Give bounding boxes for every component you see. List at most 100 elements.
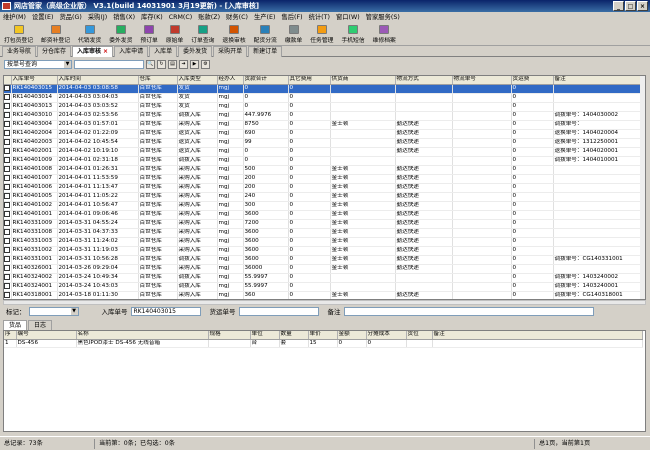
row-checkbox[interactable]: [4, 102, 10, 109]
row-checkbox[interactable]: [4, 183, 10, 190]
toolbar-button-4[interactable]: 预订单: [136, 24, 161, 45]
menu-item-3[interactable]: 采购(J): [85, 12, 110, 24]
table-row[interactable]: RK140331009 2014-03-31 04:55:24 百世仓库 采购入库 mg…: [4, 219, 643, 229]
table-row[interactable]: RK140326001 2014-03-26 09:29:04 百世仓库 采购入库 mg…: [4, 264, 643, 274]
tab-2[interactable]: 入库审核 ×: [72, 46, 114, 57]
folder-icon[interactable]: ▤: [168, 59, 177, 69]
column-header[interactable]: 供货商: [330, 76, 396, 85]
menu-item-1[interactable]: 设置(E): [29, 12, 57, 24]
menu-item-9[interactable]: 生产(E): [251, 12, 279, 24]
table-row[interactable]: RK140401009 2014-04-01 02:31:18 百世仓库 调拨入库 mg…: [4, 156, 643, 166]
table-row[interactable]: RK140401005 2014-04-01 11:05:22 百世仓库 采购入库 mg…: [4, 192, 643, 202]
row-checkbox[interactable]: [4, 120, 10, 127]
detail-column-header[interactable]: 规格: [208, 331, 251, 340]
menu-item-2[interactable]: 货品(G): [56, 12, 84, 24]
row-checkbox[interactable]: [4, 291, 10, 298]
column-header[interactable]: 入库单号: [11, 76, 58, 85]
tab-3[interactable]: 入库申请: [114, 46, 149, 57]
detail-column-header[interactable]: 编号: [16, 331, 77, 340]
table-row[interactable]: RK140324002 2014-03-24 10:49:34 百世仓库 调拨入库 mg…: [4, 273, 643, 283]
detail-column-header[interactable]: 金额: [337, 331, 367, 340]
column-header[interactable]: 货款合计: [243, 76, 289, 85]
row-checkbox[interactable]: [4, 111, 10, 118]
table-row[interactable]: RK140403014 2014-04-03 03:04:03 百世仓库 发货 mgj 0…: [4, 93, 643, 103]
tab-0[interactable]: 业务导航: [2, 46, 37, 57]
table-row[interactable]: RK140331003 2014-03-31 11:24:02 百世仓库 采购入库 mg…: [4, 237, 643, 247]
table-row[interactable]: RK140331001 2014-03-31 10:56:28 百世仓库 调拨入库 mg…: [4, 255, 643, 265]
row-checkbox[interactable]: [4, 192, 10, 199]
tab-6[interactable]: 采购开单: [213, 46, 248, 57]
column-header[interactable]: 物流方式: [395, 76, 453, 85]
row-checkbox[interactable]: [4, 237, 10, 244]
menu-item-0[interactable]: 维护(M): [0, 12, 29, 24]
column-header[interactable]: 物流单号: [452, 76, 512, 85]
detail-column-header[interactable]: 数量: [279, 331, 309, 340]
row-checkbox[interactable]: [4, 201, 10, 208]
table-row[interactable]: RK140402004 2014-04-02 01:22:09 百世仓库 退货入库 mg…: [4, 129, 643, 139]
freight-number-field[interactable]: [238, 306, 319, 316]
query-type-select[interactable]: 按单号查询 ▼: [4, 59, 72, 69]
maximize-button[interactable]: □: [625, 1, 636, 11]
toolbar-button-9[interactable]: 缴款单: [281, 24, 306, 45]
toolbar-button-11[interactable]: 手机短信: [337, 24, 368, 45]
table-row[interactable]: RK140402003 2014-04-02 10:45:54 百世仓库 退货入库 mg…: [4, 138, 643, 148]
table-row[interactable]: RK140401002 2014-04-01 10:56:47 百世仓库 采购入库 mg…: [4, 201, 643, 211]
play-icon[interactable]: ▶: [190, 59, 199, 69]
row-checkbox[interactable]: [4, 273, 10, 280]
column-header[interactable]: 货运费: [511, 76, 554, 85]
table-row[interactable]: RK140401008 2014-04-01 01:26:31 百世仓库 采购入库 mg…: [4, 165, 643, 175]
detail-row[interactable]: 1 DS-456 黑色IPOD漆士 DS-456 无线音箱台套 15 0 0: [4, 339, 643, 348]
tab-4[interactable]: 入库单: [149, 46, 178, 57]
table-row[interactable]: RK140403010 2014-04-03 02:53:56 百世仓库 调拨入库 mg…: [4, 111, 643, 121]
table-row[interactable]: RK140401007 2014-04-01 11:53:59 百世仓库 采购入库 mg…: [4, 174, 643, 184]
tab-1[interactable]: 分仓库存: [37, 46, 72, 57]
toolbar-button-1[interactable]: 邮资补登记: [37, 24, 74, 45]
toolbar-button-8[interactable]: 配货分流: [250, 24, 281, 45]
row-checkbox[interactable]: [4, 174, 10, 181]
settings-icon[interactable]: ⚙: [201, 59, 210, 69]
menu-item-10[interactable]: 售后(F): [278, 12, 305, 24]
detail-column-header[interactable]: 名称: [76, 331, 209, 340]
toolbar-button-7[interactable]: 退换审核: [218, 24, 249, 45]
table-row[interactable]: RK140402001 2014-04-02 10:19:10 百世仓库 退货入库 mg…: [4, 147, 643, 157]
toolbar-button-3[interactable]: 委外发货: [105, 24, 136, 45]
tab-5[interactable]: 委外发货: [178, 46, 213, 57]
mark-select[interactable]: ▼: [28, 306, 79, 316]
toolbar-button-2[interactable]: 代销发货: [74, 24, 105, 45]
search-icon[interactable]: 🔍: [146, 59, 155, 69]
minimize-button[interactable]: _: [613, 1, 624, 11]
row-checkbox[interactable]: [4, 246, 10, 253]
row-checkbox[interactable]: [4, 165, 10, 172]
close-icon[interactable]: ×: [103, 48, 108, 55]
table-row[interactable]: RK140318001 2014-03-18 01:11:30 百世仓库 采购入库 mg…: [4, 291, 643, 299]
column-header[interactable]: 经办人: [217, 76, 244, 85]
row-checkbox[interactable]: [4, 210, 10, 217]
column-header[interactable]: 仓库: [138, 76, 178, 85]
row-checkbox[interactable]: [4, 84, 10, 91]
row-checkbox[interactable]: [4, 93, 10, 100]
table-row[interactable]: RK140401006 2014-04-01 11:13:47 百世仓库 采购入库 mg…: [4, 183, 643, 193]
toolbar-button-5[interactable]: 原始单: [162, 24, 187, 45]
column-header[interactable]: 其它费用: [288, 76, 331, 85]
remark-field[interactable]: [343, 306, 594, 316]
toolbar-button-6[interactable]: 订单查询: [187, 24, 218, 45]
row-checkbox[interactable]: [4, 147, 10, 154]
inbound-number-field[interactable]: RK140403015: [130, 306, 201, 316]
row-checkbox[interactable]: [4, 138, 10, 145]
menu-item-6[interactable]: CRM(C): [166, 12, 196, 24]
column-header[interactable]: 入库时间: [57, 76, 139, 85]
toolbar-button-12[interactable]: 维修档案: [369, 24, 400, 45]
menu-item-4[interactable]: 销售(X): [110, 12, 138, 24]
detail-column-header[interactable]: 单价: [308, 331, 338, 340]
menu-item-12[interactable]: 窗口(W): [333, 12, 363, 24]
table-row[interactable]: RK140331002 2014-03-31 11:19:03 百世仓库 采购入库 mg…: [4, 246, 643, 256]
row-checkbox[interactable]: [4, 219, 10, 226]
column-header[interactable]: 入库类型: [177, 76, 218, 85]
refresh-icon[interactable]: ↻: [157, 59, 166, 69]
close-button[interactable]: ×: [637, 1, 648, 11]
row-checkbox[interactable]: [4, 156, 10, 163]
menu-item-8[interactable]: 财务(C): [223, 12, 251, 24]
row-checkbox[interactable]: [4, 264, 10, 271]
row-checkbox[interactable]: [4, 228, 10, 235]
detail-column-header[interactable]: 货位: [406, 331, 433, 340]
